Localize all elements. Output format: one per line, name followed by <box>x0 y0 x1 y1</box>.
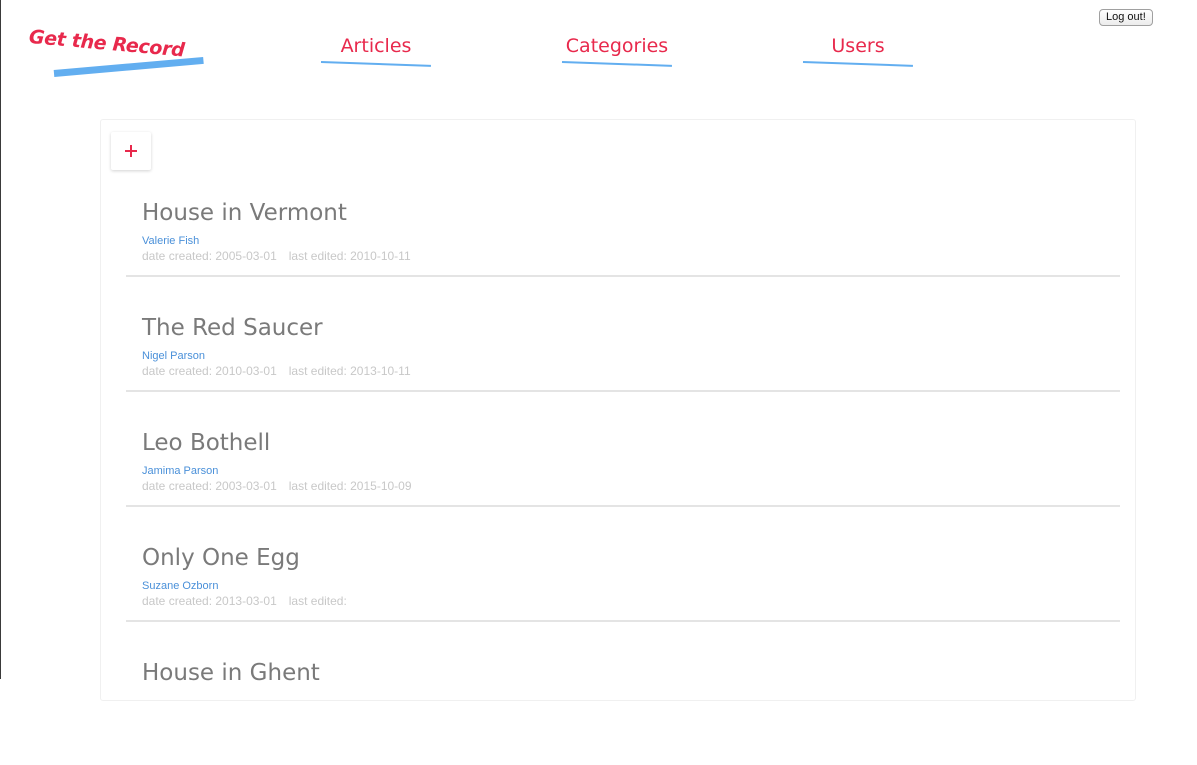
last-edited: last edited: 2010-10-11 <box>288 249 411 263</box>
logo[interactable]: Get the Record <box>28 24 218 94</box>
nav-users-link[interactable]: Users <box>802 34 913 68</box>
nav-categories-underline <box>561 61 672 67</box>
article-dates: date created: 2010-03-01 last edited: 201… <box>142 364 411 378</box>
article-title[interactable]: Leo Bothell <box>142 430 270 456</box>
divider <box>126 620 1120 622</box>
date-created: date created: 2010-03-01 <box>142 364 277 378</box>
list-item: Leo Bothell Jamima Parson date created: … <box>126 420 1120 535</box>
articles-panel: House in Vermont Valerie Fish date creat… <box>100 119 1136 701</box>
divider <box>126 390 1120 392</box>
last-edited: last edited: <box>288 594 347 608</box>
last-edited: last edited: 2013-10-11 <box>288 364 411 378</box>
nav-articles-label: Articles <box>340 35 412 57</box>
divider <box>126 275 1120 277</box>
date-created: date created: 2005-03-01 <box>142 249 277 263</box>
list-item: House in Ghent <box>126 650 1120 765</box>
logo-underline <box>53 56 204 77</box>
date-created: date created: 2013-03-01 <box>142 594 277 608</box>
article-dates: date created: 2005-03-01 last edited: 201… <box>142 249 411 263</box>
article-title[interactable]: Only One Egg <box>142 545 300 571</box>
nav-articles-underline <box>320 61 431 67</box>
article-title[interactable]: House in Ghent <box>142 660 320 686</box>
list-item: House in Vermont Valerie Fish date creat… <box>126 190 1120 305</box>
add-article-button[interactable] <box>111 132 151 170</box>
article-author[interactable]: Valerie Fish <box>142 235 199 247</box>
logo-text: Get the Record <box>28 26 186 62</box>
article-author[interactable]: Suzane Ozborn <box>142 580 218 592</box>
window-edge <box>0 0 1 679</box>
article-dates: date created: 2013-03-01 last edited: <box>142 594 347 608</box>
date-created: date created: 2003-03-01 <box>142 479 277 493</box>
nav-articles-link[interactable]: Articles <box>320 34 431 68</box>
logout-button[interactable]: Log out! <box>1099 9 1153 26</box>
plus-icon <box>125 145 137 157</box>
article-title[interactable]: The Red Saucer <box>142 315 323 341</box>
nav-users-label: Users <box>831 35 885 57</box>
nav-categories-label: Categories <box>565 35 669 57</box>
article-dates: date created: 2003-03-01 last edited: 201… <box>142 479 412 493</box>
article-author[interactable]: Jamima Parson <box>142 465 218 477</box>
article-dates <box>142 709 154 723</box>
divider <box>126 505 1120 507</box>
nav-users-underline <box>802 61 913 67</box>
article-author[interactable]: Nigel Parson <box>142 350 205 362</box>
article-title[interactable]: House in Vermont <box>142 200 347 226</box>
last-edited: last edited: 2015-10-09 <box>288 479 412 493</box>
nav-categories-link[interactable]: Categories <box>561 34 672 68</box>
list-item: The Red Saucer Nigel Parson date created… <box>126 305 1120 420</box>
list-item: Only One Egg Suzane Ozborn date created:… <box>126 535 1120 650</box>
